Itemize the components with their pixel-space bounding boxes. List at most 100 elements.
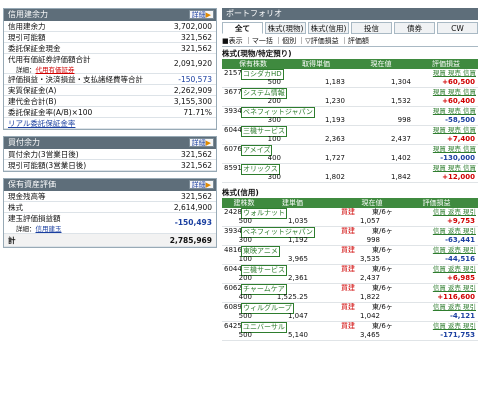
- substitute-securities-link[interactable]: 代用有価証券: [36, 66, 75, 74]
- position-term: 東/6ヶ: [372, 265, 393, 273]
- shares: 300: [238, 236, 252, 244]
- display-mode-bar[interactable]: ■表示 ｜マ一括 ｜個別 ｜▽評価損益 ｜評価額: [222, 36, 478, 47]
- trade-action-links[interactable]: 現買 現売 信買: [433, 164, 476, 173]
- position-term: 東/6ヶ: [372, 246, 393, 254]
- trade-action-links[interactable]: 信買 返売 現引: [433, 265, 476, 274]
- tab-all[interactable]: 全て: [222, 22, 263, 34]
- position-type: 買建: [341, 265, 355, 273]
- position-type: 買建: [341, 208, 355, 216]
- stock-code: 6044: [224, 265, 242, 273]
- position-type: 買建: [341, 227, 355, 235]
- credit-row: 代用有価証券評価額合計 2,091,920 詳細：代用有価証券: [4, 54, 216, 74]
- stock-code: 6076: [224, 145, 242, 153]
- trade-action-links[interactable]: 信買 返売 現引: [433, 227, 476, 236]
- shares: 300: [267, 173, 281, 181]
- current-price: 1,057: [359, 217, 380, 225]
- margin-position-row: 6425 ユニバーサル 買建 東/6ヶ 信買 返売 現引 500 5,140 3,465 -17…: [222, 322, 478, 341]
- shares: 400: [267, 154, 281, 162]
- shares: 200: [267, 97, 281, 105]
- margin-holdings-title: 株式(信用): [222, 188, 259, 197]
- tab-margin[interactable]: 株式(信用): [308, 22, 349, 34]
- credit-row: 委託保証金現金 321,562: [4, 43, 216, 54]
- cost-price: 5,140: [287, 331, 308, 339]
- portfolio-panel: ポートフォリオ 全て 株式(現物) 株式(信用) 投信 債券 CW ■表示 ｜マ…: [222, 8, 478, 341]
- stock-code: 8591: [224, 164, 242, 172]
- trade-action-links[interactable]: 信買 返売 現引: [433, 303, 476, 312]
- stock-code: 2428: [224, 208, 242, 216]
- position-term: 東/6ヶ: [372, 227, 393, 235]
- assets-title: 保有資産評価: [8, 180, 56, 189]
- profit-loss: +116,600: [437, 293, 475, 301]
- trade-action-links[interactable]: 現買 現売 信買: [433, 69, 476, 78]
- margin-holdings-list: 2428 ウォルナット 買建 東/6ヶ 信買 返売 現引 500 1,035 1,057 +9,…: [222, 208, 478, 341]
- tab-spot[interactable]: 株式(現物): [265, 22, 306, 34]
- profit-loss: +60,400: [442, 97, 475, 105]
- cost-price: 1,192: [287, 236, 308, 244]
- account-summary-panel: 信用建余力 詳細▶ 信用建余力 3,702,000 現引可能額 321,562 委託…: [3, 8, 217, 254]
- credit-section-header: 信用建余力 詳細▶: [4, 9, 216, 21]
- cost-price: 2,363: [324, 135, 345, 143]
- stock-code: 6044: [224, 126, 242, 134]
- profit-loss: +9,753: [446, 217, 475, 225]
- trade-action-links[interactable]: 現買 現売 信買: [433, 88, 476, 97]
- tab-cw[interactable]: CW: [437, 22, 478, 34]
- spot-position-row: 6044 三機サービス 現買 現売 信買 100 2,363 2,437 +7,400: [222, 126, 478, 145]
- profit-loss: +60,500: [442, 78, 475, 86]
- credit-detail-button[interactable]: 詳細▶: [188, 10, 214, 19]
- assets-total-row: 計 2,785,969: [4, 234, 216, 247]
- real-margin-rate-link[interactable]: リアル委託保証金率: [8, 119, 75, 128]
- profit-loss: -58,500: [445, 116, 475, 124]
- stock-code: 2157: [224, 69, 242, 77]
- tab-funds[interactable]: 投信: [351, 22, 392, 34]
- position-type: 買建: [341, 322, 355, 330]
- shares: 500: [238, 331, 252, 339]
- buying-power-title: 買付余力: [8, 138, 40, 147]
- buying-row: 買付余力(3営業日後) 321,562: [4, 149, 216, 160]
- credit-section-title: 信用建余力: [8, 10, 48, 19]
- profit-loss: -4,121: [449, 312, 475, 320]
- assets-detail-button[interactable]: 詳細▶: [188, 180, 214, 189]
- cost-price: 1,230: [324, 97, 345, 105]
- margin-position-row: 4816 東映アニメ 買建 東/6ヶ 信買 返売 現引 100 3,965 3,535 -44,…: [222, 246, 478, 265]
- margin-position-row: 6089 ウィルグループ 買建 東/6ヶ 信買 返売 現引 500 1,047 1,042 -4…: [222, 303, 478, 322]
- trade-action-links[interactable]: 信買 返売 現引: [433, 208, 476, 217]
- buying-power-header: 買付余力 詳細▶: [4, 137, 216, 149]
- margin-positions-link[interactable]: 信用建玉: [36, 225, 62, 233]
- credit-row: 評価損益・決済損益・支払諸経費等合計 -150,573: [4, 74, 216, 85]
- trade-action-links[interactable]: 信買 返売 現引: [433, 322, 476, 331]
- spot-holdings-title: 株式(現物/特定預り): [222, 49, 292, 58]
- trade-action-links[interactable]: 現買 現売 信買: [433, 107, 476, 116]
- assets-header: 保有資産評価 詳細▶: [4, 179, 216, 191]
- position-type: 買建: [341, 246, 355, 254]
- tab-bonds[interactable]: 債券: [394, 22, 435, 34]
- current-price: 3,535: [359, 255, 380, 263]
- position-term: 東/6ヶ: [372, 284, 393, 292]
- current-price: 1,532: [390, 97, 411, 105]
- cost-price: 1,183: [324, 78, 345, 86]
- current-price: 998: [366, 236, 380, 244]
- current-price: 1,842: [390, 173, 411, 181]
- stock-code: 3934: [224, 227, 242, 235]
- current-price: 1,304: [390, 78, 411, 86]
- trade-action-links[interactable]: 現買 現売 信買: [433, 145, 476, 154]
- current-price: 1,822: [359, 293, 380, 301]
- assets-row: 現金残高等 321,562: [4, 191, 216, 202]
- spot-position-row: 3677 システム情報 現買 現売 信買 200 1,230 1,532 +60,400: [222, 88, 478, 107]
- current-price: 1,042: [359, 312, 380, 320]
- current-price: 998: [397, 116, 411, 124]
- trade-action-links[interactable]: 信買 返売 現引: [433, 246, 476, 255]
- shares: 500: [238, 312, 252, 320]
- credit-section: 信用建余力 詳細▶ 信用建余力 3,702,000 現引可能額 321,562 委託…: [3, 8, 217, 130]
- spot-holdings-list: 2157 コシダカHD 現買 現売 信買 500 1,183 1,304 +60,500 36…: [222, 69, 478, 183]
- trade-action-links[interactable]: 現買 現売 信買: [433, 126, 476, 135]
- cost-price: 1,035: [287, 217, 308, 225]
- shares: 300: [267, 116, 281, 124]
- buying-row: 現引可能額(3営業日後) 321,562: [4, 160, 216, 171]
- buying-power-detail-button[interactable]: 詳細▶: [188, 138, 214, 147]
- cost-price: 1,193: [324, 116, 345, 124]
- trade-action-links[interactable]: 信買 返売 現引: [433, 284, 476, 293]
- profit-loss: -130,000: [440, 154, 475, 162]
- portfolio-title: ポートフォリオ: [222, 8, 478, 20]
- credit-row: リアル委託保証金率: [4, 118, 216, 129]
- profit-loss: +6,985: [446, 274, 475, 282]
